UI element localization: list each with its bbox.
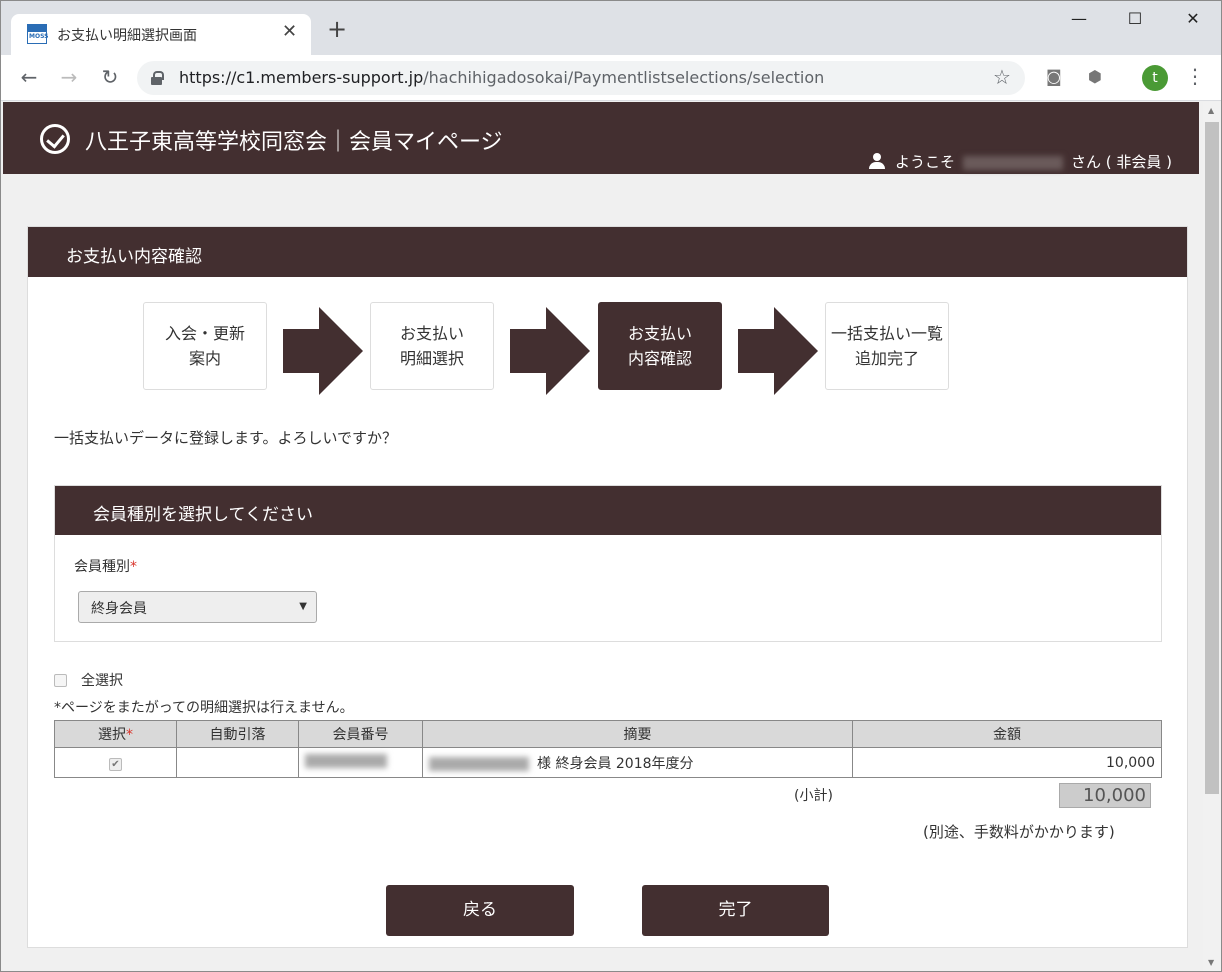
col-select-label: 選択 (98, 727, 126, 743)
bookmark-star-icon[interactable]: ☆ (993, 65, 1011, 89)
complete-button[interactable]: 完了 (642, 885, 829, 936)
subtotal-label: (小計) (794, 788, 833, 804)
scroll-thumb[interactable] (1205, 122, 1219, 794)
url-host: https://c1.members-support.jp (179, 68, 424, 87)
user-icon (869, 153, 885, 169)
tab-title: お支払い明細選択画面 (57, 28, 197, 44)
step-complete: 一括支払い一覧 追加完了 (825, 302, 949, 390)
member-type-panel: 会員種別を選択してください 会員種別* 終身会員 ▼ (54, 485, 1162, 642)
panel-header: お支払い内容確認 (28, 227, 1187, 277)
member-type-title: 会員種別を選択してください (93, 505, 313, 525)
url-text: https://c1.members-support.jp/hachihigad… (179, 68, 824, 87)
step-arrow-icon (510, 307, 590, 395)
address-bar[interactable]: https://c1.members-support.jp/hachihigad… (137, 61, 1025, 95)
col-select: 選択* (54, 720, 177, 748)
back-button[interactable]: 戻る (386, 885, 574, 936)
forward-arrow-icon[interactable]: → (57, 65, 81, 89)
browser-toolbar: ← → ↻ https://c1.members-support.jp/hach… (1, 55, 1221, 101)
site-title[interactable]: 八王子東高等学校同窓会｜会員マイページ (85, 124, 503, 156)
col-amount: 金額 (852, 720, 1162, 748)
new-tab-icon[interactable]: + (327, 17, 347, 41)
shield-icon[interactable]: ⬢ (1088, 67, 1102, 86)
minimize-icon[interactable]: — (1059, 9, 1099, 28)
payment-table: 選択* 自動引落 会員番号 摘要 金額 ✔ 様 終身会員 2018年度分 10,… (54, 720, 1162, 778)
lock-icon (151, 71, 164, 85)
col-member-no: 会員番号 (298, 720, 423, 748)
browser-window: MOSS お支払い明細選択画面 ✕ + — ☐ ✕ ← → ↻ https://… (0, 0, 1222, 972)
url-path: /hachihigadosokai/Paymentlistselections/… (423, 68, 825, 87)
page-viewport: 八王子東高等学校同窓会｜会員マイページ ようこそ さん ( 非会員 ) お支払い内… (1, 102, 1203, 971)
user-name-redacted (963, 155, 1064, 170)
amount-cell: 10,000 (852, 747, 1162, 778)
reload-icon[interactable]: ↻ (98, 65, 122, 89)
welcome-text: ようこそ さん ( 非会員 ) (869, 151, 1172, 172)
fee-note: (別途、手数料がかかります) (923, 823, 1115, 841)
required-mark: * (130, 559, 137, 575)
row-select-cell: ✔ (54, 747, 177, 778)
panel-title: お支払い内容確認 (66, 247, 202, 267)
favicon-icon: MOSS (27, 24, 49, 44)
step-arrow-icon (283, 307, 363, 395)
welcome-suffix: さん ( 非会員 ) (1071, 153, 1173, 171)
member-no-redacted (305, 753, 387, 768)
select-all-label: 全選択 (81, 673, 123, 689)
tab-close-icon[interactable]: ✕ (282, 21, 297, 42)
member-type-header: 会員種別を選択してください (55, 486, 1161, 535)
auto-debit-cell (176, 747, 299, 778)
member-type-select[interactable]: 終身会員 ▼ (78, 591, 317, 623)
caret-down-icon: ▼ (299, 601, 307, 612)
summary-cell: 様 終身会員 2018年度分 (422, 747, 853, 778)
scroll-up-icon[interactable]: ▲ (1208, 106, 1214, 115)
required-mark: * (126, 727, 133, 743)
title-bar: MOSS お支払い明細選択画面 ✕ + — ☐ ✕ (1, 1, 1221, 55)
member-type-label-text: 会員種別 (74, 559, 130, 575)
table-row: ✔ 様 終身会員 2018年度分 10,000 (54, 747, 1162, 778)
table-header-row: 選択* 自動引落 会員番号 摘要 金額 (54, 720, 1162, 748)
site-header: 八王子東高等学校同窓会｜会員マイページ ようこそ さん ( 非会員 ) (3, 102, 1199, 174)
col-auto-debit: 自動引落 (176, 720, 299, 748)
checkbox-icon[interactable] (54, 674, 67, 687)
more-menu-icon[interactable]: ⋮ (1185, 64, 1205, 88)
step-confirm: お支払い 内容確認 (598, 302, 722, 390)
member-name-redacted (429, 756, 529, 771)
step-select: お支払い 明細選択 (370, 302, 494, 390)
step-arrow-icon (738, 307, 818, 395)
camera-icon[interactable]: ◙ (1046, 67, 1062, 86)
selection-note: *ページをまたがっての明細選択は行えません。 (54, 700, 354, 716)
member-no-cell (298, 747, 423, 778)
maximize-icon[interactable]: ☐ (1115, 9, 1155, 28)
select-all-checkbox[interactable]: 全選択 (54, 670, 123, 690)
scrollbar[interactable]: ▲ ▼ (1203, 102, 1221, 971)
confirm-panel: お支払い内容確認 入会・更新 案内 お支払い 明細選択 お支払い 内容確認 一括… (27, 226, 1188, 948)
row-checkbox[interactable]: ✔ (109, 757, 122, 771)
col-summary: 摘要 (422, 720, 853, 748)
confirm-message: 一括支払いデータに登録します。よろしいですか？ (54, 429, 398, 447)
check-circle-icon (40, 124, 70, 154)
member-type-selected: 終身会員 (91, 601, 147, 617)
profile-avatar[interactable]: t (1142, 65, 1168, 91)
welcome-prefix: ようこそ (895, 153, 956, 171)
favicon-text: MOSS (29, 33, 49, 40)
step-guide: 入会・更新 案内 (143, 302, 267, 390)
close-window-icon[interactable]: ✕ (1173, 9, 1213, 28)
scroll-down-icon[interactable]: ▼ (1208, 958, 1214, 967)
back-arrow-icon[interactable]: ← (17, 65, 41, 89)
subtotal-value: 10,000 (1059, 783, 1151, 808)
browser-tab[interactable]: MOSS お支払い明細選択画面 ✕ (11, 14, 311, 55)
summary-text: 様 終身会員 2018年度分 (537, 755, 694, 772)
member-type-label: 会員種別* (74, 556, 137, 576)
